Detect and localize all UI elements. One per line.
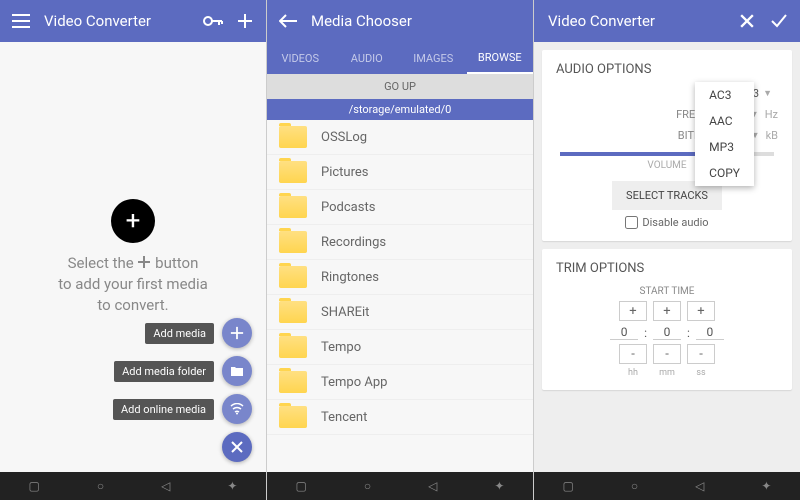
nav-accessibility-icon[interactable]: ✦ [494,479,504,493]
nav-bar: ▢ ○ ◁ ✦ [267,472,533,500]
appbar-chooser-title: Media Chooser [311,12,523,30]
go-up-button[interactable]: GO UP [267,74,533,99]
add-icon[interactable] [234,10,256,32]
nav-accessibility-icon[interactable]: ✦ [761,479,771,493]
appbar-options: Video Converter [534,0,800,42]
trim-hh-minus[interactable]: - [619,344,647,364]
folder-row[interactable]: Pictures [267,155,533,190]
folder-row[interactable]: Ringtones [267,260,533,295]
check-icon[interactable] [768,10,790,32]
nav-home-icon[interactable]: ○ [364,479,371,493]
folder-name: SHAREit [321,305,369,320]
trim-options-card: TRIM OPTIONS START TIME + + + 0: 0: 0 - … [542,249,792,390]
trim-mm-minus[interactable]: - [653,344,681,364]
folder-icon [279,231,307,253]
codec-option[interactable]: COPY [695,160,754,186]
trim-ss-value[interactable]: 0 [696,325,724,340]
pane-options: Video Converter AUDIO OPTIONS CODEC AC3 … [534,0,800,500]
fab-add-media[interactable] [222,318,252,348]
empty-state: + Select the button to add your first me… [0,42,266,472]
folder-row[interactable]: Tencent [267,400,533,435]
codec-option[interactable]: AAC [695,108,754,134]
current-path: /storage/emulated/0 [267,99,533,120]
codec-option[interactable]: MP3 [695,134,754,160]
start-time-label: START TIME [556,286,778,297]
nav-back-icon[interactable]: ◁ [428,479,437,493]
nav-bar: ▢ ○ ◁ ✦ [0,472,266,500]
fab-column: Add media Add media folder Add online me… [113,318,252,462]
appbar-home: Video Converter [0,0,266,42]
folder-list: OSSLog Pictures Podcasts Recordings Ringtone… [267,120,533,472]
close-icon[interactable] [736,10,758,32]
disable-audio-checkbox[interactable]: Disable audio [556,216,778,229]
menu-icon[interactable] [10,10,32,32]
back-icon[interactable] [277,10,299,32]
tab-audio[interactable]: AUDIO [334,42,401,74]
tab-browse[interactable]: BROWSE [467,42,534,74]
folder-icon [279,371,307,393]
folder-icon [279,266,307,288]
big-add-button[interactable]: + [111,199,155,243]
tab-videos[interactable]: VIDEOS [267,42,334,74]
nav-accessibility-icon[interactable]: ✦ [227,479,237,493]
fab-add-online[interactable] [222,394,252,424]
folder-name: Tempo [321,340,361,355]
folder-name: Tencent [321,410,367,425]
folder-icon [279,301,307,323]
chooser-tabs: VIDEOS AUDIO IMAGES BROWSE [267,42,533,74]
codec-option[interactable]: AC3 [695,82,754,108]
chevron-down-icon: ▼ [763,88,772,99]
folder-name: Pictures [321,165,368,180]
codec-dropdown: AC3AACMP3COPY [695,82,754,186]
nav-home-icon[interactable]: ○ [631,479,638,493]
folder-icon [279,126,307,148]
trim-mm-value[interactable]: 0 [653,325,681,340]
trim-ss-minus[interactable]: - [687,344,715,364]
folder-row[interactable]: SHAREit [267,295,533,330]
pane-chooser: Media Chooser VIDEOS AUDIO IMAGES BROWSE… [267,0,534,500]
folder-icon [279,336,307,358]
folder-icon [279,196,307,218]
audio-options-card: AUDIO OPTIONS CODEC AC3 ▼ FREQUENCY ▼ Hz… [542,50,792,241]
fab-close[interactable] [222,432,252,462]
folder-row[interactable]: Tempo [267,330,533,365]
trim-ss-plus[interactable]: + [687,301,715,321]
fab-label-add-folder: Add media folder [114,361,214,382]
appbar-title: Video Converter [44,12,202,30]
trim-hh-plus[interactable]: + [619,301,647,321]
nav-bar: ▢ ○ ◁ ✦ [534,472,800,500]
folder-name: Recordings [321,235,386,250]
options-content: AUDIO OPTIONS CODEC AC3 ▼ FREQUENCY ▼ Hz… [534,42,800,472]
folder-name: OSSLog [321,130,367,145]
appbar-chooser: Media Chooser [267,0,533,42]
folder-row[interactable]: OSSLog [267,120,533,155]
folder-name: Podcasts [321,200,375,215]
fab-label-add-media: Add media [145,323,214,344]
plus-inline-icon [137,255,151,269]
nav-recent-icon[interactable]: ▢ [29,479,40,493]
trim-hh-value[interactable]: 0 [610,325,638,340]
nav-back-icon[interactable]: ◁ [695,479,704,493]
folder-row[interactable]: Podcasts [267,190,533,225]
trim-options-heading: TRIM OPTIONS [556,261,778,276]
appbar-options-title: Video Converter [548,12,736,30]
nav-recent-icon[interactable]: ▢ [563,479,574,493]
folder-icon [279,161,307,183]
folder-name: Tempo App [321,375,387,390]
folder-name: Ringtones [321,270,379,285]
nav-back-icon[interactable]: ◁ [161,479,170,493]
key-icon[interactable] [202,10,224,32]
nav-home-icon[interactable]: ○ [97,479,104,493]
folder-icon [279,406,307,428]
fab-label-add-online: Add online media [113,399,214,420]
empty-hint: Select the button to add your first medi… [38,253,228,316]
audio-options-heading: AUDIO OPTIONS [556,62,778,77]
tab-images[interactable]: IMAGES [400,42,467,74]
trim-mm-plus[interactable]: + [653,301,681,321]
nav-recent-icon[interactable]: ▢ [296,479,307,493]
folder-row[interactable]: Recordings [267,225,533,260]
folder-row[interactable]: Tempo App [267,365,533,400]
pane-home: Video Converter + Select the button to a… [0,0,267,500]
fab-add-folder[interactable] [222,356,252,386]
